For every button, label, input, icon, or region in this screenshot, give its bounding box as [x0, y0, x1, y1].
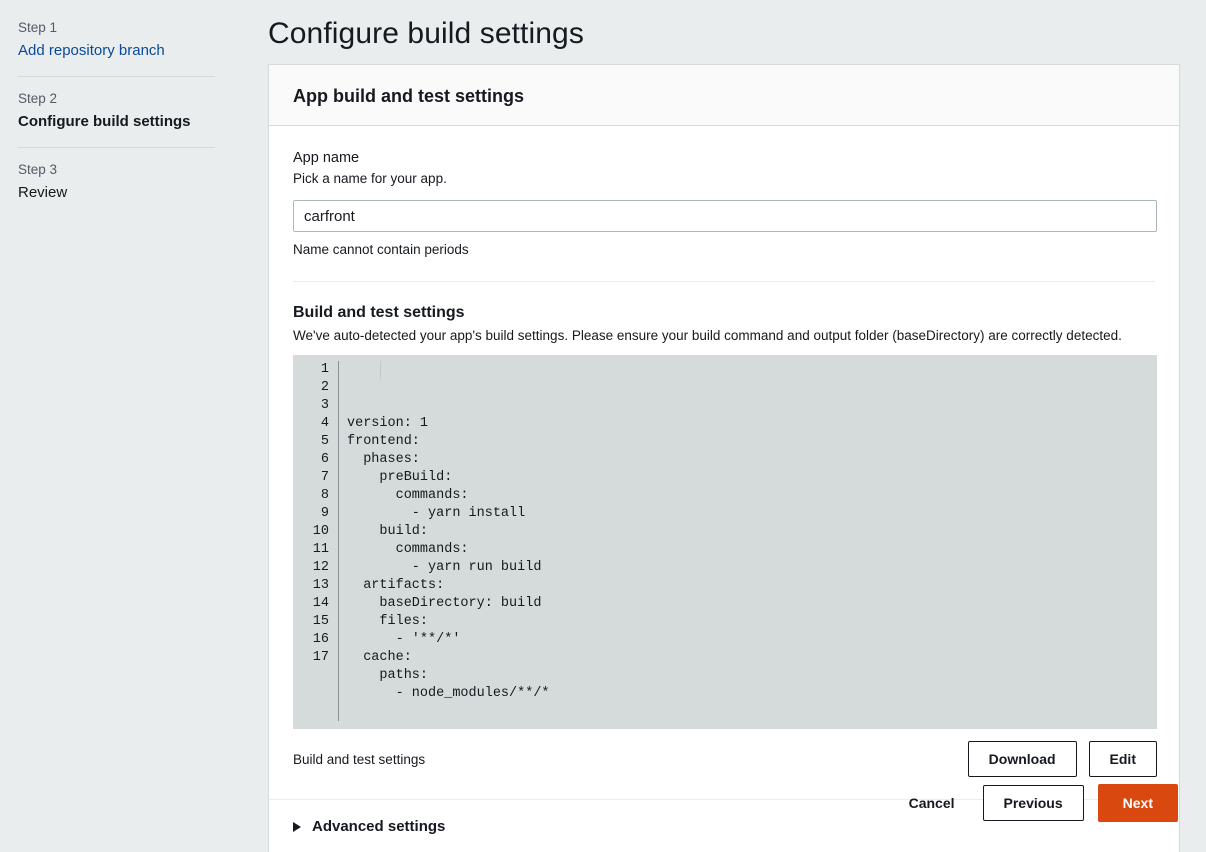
editor-code-line: - yarn run build: [347, 560, 542, 575]
editor-code-line: frontend:: [347, 434, 420, 449]
editor-code-line: build:: [347, 524, 429, 539]
editor-footer-buttons: Download Edit: [967, 741, 1157, 777]
step-1-title[interactable]: Add repository branch: [18, 40, 234, 62]
step-2-number: Step 2: [18, 91, 58, 106]
wizard-actions: Cancel Previous Next: [895, 784, 1178, 822]
editor-code-line: baseDirectory: build: [347, 596, 542, 611]
editor-code-line: [347, 703, 1157, 721]
editor-line-number: 10: [312, 524, 329, 539]
editor-line-number: 14: [312, 596, 329, 611]
next-button[interactable]: Next: [1097, 784, 1178, 822]
editor-code-line: preBuild:: [347, 470, 453, 485]
buildspec-code-editor[interactable]: 1 2 3 4 5 6 7 8 9 10 11 12 13 14 15 16 17 version: 1 fron…: [293, 355, 1157, 729]
wizard-page: Step 1 Add repository branch Step 2 Conf…: [0, 0, 1206, 852]
editor-code-line: files:: [347, 614, 429, 629]
app-name-description: Pick a name for your app.: [293, 171, 447, 186]
editor-code-line: commands:: [347, 542, 469, 557]
section-divider: [293, 281, 1155, 282]
editor-line-number: 11: [312, 542, 329, 557]
editor-code-line: - '**/*': [347, 632, 461, 647]
build-settings-description: We've auto-detected your app's build set…: [293, 328, 1122, 343]
build-settings-title: Build and test settings: [293, 304, 465, 321]
editor-code-line: version: 1: [347, 416, 429, 431]
card-title: App build and test settings: [293, 86, 525, 106]
editor-line-number: 9: [320, 506, 329, 521]
editor-footer-label: Build and test settings: [293, 751, 426, 767]
editor-code-line: paths:: [347, 668, 429, 683]
editor-code-line: phases:: [347, 452, 420, 467]
step-2-title: Configure build settings: [18, 113, 191, 130]
page-title: Configure build settings: [268, 17, 584, 50]
sidebar-step-3[interactable]: Step 3 Review: [18, 160, 234, 204]
editor-line-number: 1: [320, 362, 329, 377]
editor-line-number: 2: [320, 380, 329, 395]
app-name-label: App name: [293, 150, 360, 166]
editor-code-line: - yarn install: [347, 506, 526, 521]
app-name-field-group: App name Pick a name for your app. Name …: [293, 148, 1157, 259]
card-body: App name Pick a name for your app. Name …: [269, 126, 1179, 799]
sidebar-divider-2: [18, 147, 215, 148]
editor-line-number: 3: [320, 398, 329, 413]
editor-line-numbers: 1 2 3 4 5 6 7 8 9 10 11 12 13 14 15 16 17: [293, 361, 339, 721]
sidebar-step-2[interactable]: Step 2 Configure build settings: [18, 89, 234, 133]
chevron-right-icon: [293, 821, 301, 832]
editor-line-number: 17: [312, 650, 329, 665]
editor-line-number: 15: [312, 614, 329, 629]
editor-code-content[interactable]: version: 1 frontend: phases: preBuild: co…: [339, 361, 1157, 721]
step-3-number: Step 3: [18, 162, 58, 177]
wizard-step-navigation: Step 1 Add repository branch Step 2 Conf…: [0, 0, 252, 852]
previous-button[interactable]: Previous: [982, 785, 1084, 821]
app-name-input[interactable]: [293, 200, 1157, 232]
main-content: Configure build settings App build and t…: [252, 0, 1206, 852]
editor-indent-guide: [380, 361, 381, 379]
advanced-settings-label: Advanced settings: [312, 818, 446, 835]
editor-line-number: 4: [320, 416, 329, 431]
sidebar-divider-1: [18, 76, 215, 77]
card-header: App build and test settings: [269, 65, 1179, 126]
editor-line-number: 13: [312, 578, 329, 593]
editor-line-number: 12: [312, 560, 329, 575]
editor-line-number: 16: [312, 632, 329, 647]
editor-code-line: artifacts:: [347, 578, 445, 593]
editor-line-number: 7: [320, 470, 329, 485]
build-settings-group: Build and test settings We've auto-detec…: [293, 302, 1157, 799]
editor-line-number: 5: [320, 434, 329, 449]
step-1-number: Step 1: [18, 20, 58, 35]
download-button[interactable]: Download: [967, 741, 1077, 777]
app-name-hint: Name cannot contain periods: [293, 242, 469, 257]
editor-code-line: commands:: [347, 488, 469, 503]
cancel-button[interactable]: Cancel: [895, 785, 969, 821]
editor-code-line: - node_modules/**/*: [347, 686, 550, 701]
step-3-title: Review: [18, 184, 68, 201]
sidebar-step-1[interactable]: Step 1 Add repository branch: [18, 18, 234, 62]
build-settings-card: App build and test settings App name Pic…: [268, 64, 1180, 852]
editor-line-number: 6: [320, 452, 329, 467]
edit-button[interactable]: Edit: [1088, 741, 1157, 777]
editor-code-line: cache:: [347, 650, 412, 665]
editor-line-number: 8: [320, 488, 329, 503]
